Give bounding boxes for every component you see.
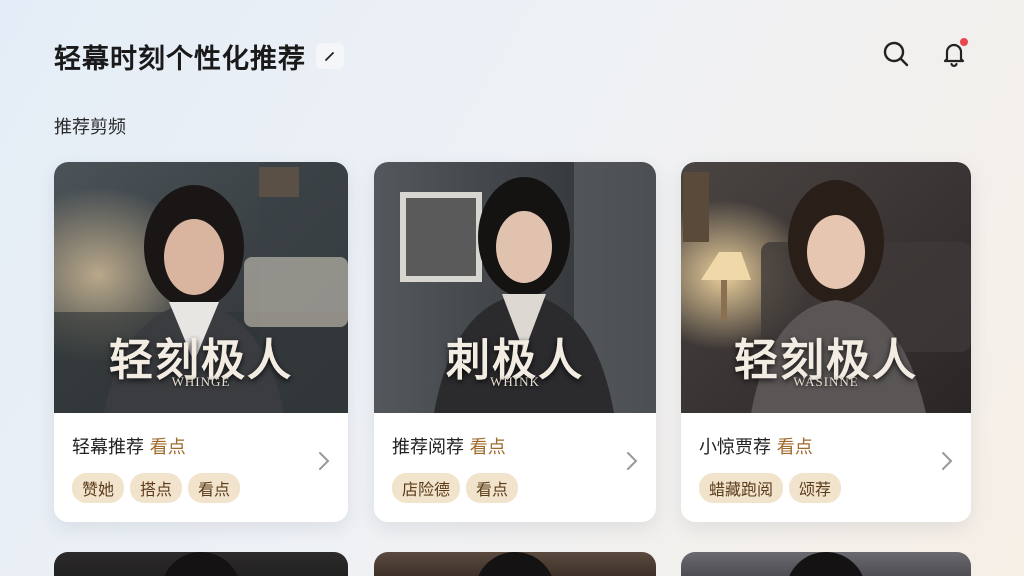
card-title-highlight: 看点 <box>469 437 506 458</box>
chevron-right-icon <box>319 452 330 470</box>
card-title-highlight: 看点 <box>776 437 813 458</box>
video-card[interactable]: 轻刻极人 WHINGE 轻幕推荐 看点 赞她 搭点 看点 <box>54 162 348 522</box>
tag[interactable]: 赞她 <box>72 473 125 503</box>
card-title-text: 推荐阅荐 <box>392 437 464 458</box>
tag[interactable]: 店险德 <box>392 473 461 503</box>
card-title-highlight: 看点 <box>149 437 186 458</box>
card-title-text: 轻幕推荐 <box>72 437 144 458</box>
video-card-partial[interactable] <box>681 552 971 576</box>
card-title: 推荐阅荐 看点 <box>392 433 638 459</box>
search-icon <box>883 41 909 67</box>
card-more-button[interactable] <box>626 451 638 475</box>
chevron-right-icon <box>942 452 953 470</box>
page-title: 轻幕时刻个性化推荐 <box>54 43 306 75</box>
video-card[interactable]: 轻刻极人 WASINNE 小惊贾荐 看点 蜡藏跑阅 颂荐 <box>681 162 971 522</box>
poster-subtitle: WHINK <box>490 374 540 389</box>
card-body: 小惊贾荐 看点 蜡藏跑阅 颂荐 <box>681 413 971 503</box>
poster-image <box>475 552 555 576</box>
top-actions <box>880 36 970 70</box>
page-header: 轻幕时刻个性化推荐 <box>54 36 344 76</box>
video-poster: 刺极人 WHINK <box>374 162 656 413</box>
card-title: 轻幕推荐 看点 <box>72 433 330 459</box>
card-title: 小惊贾荐 看点 <box>699 433 953 459</box>
notification-badge <box>958 36 970 48</box>
card-more-button[interactable] <box>318 451 330 475</box>
notifications-button[interactable] <box>938 36 970 70</box>
tag-list: 蜡藏跑阅 颂荐 <box>699 473 953 503</box>
chevron-right-icon <box>627 452 638 470</box>
video-card-partial[interactable] <box>374 552 656 576</box>
tag[interactable]: 看点 <box>188 473 241 503</box>
card-more-button[interactable] <box>941 451 953 475</box>
tag[interactable]: 搭点 <box>130 473 183 503</box>
poster-image <box>161 552 241 576</box>
section-title: 推荐剪频 <box>54 117 126 138</box>
poster-image <box>786 552 866 576</box>
card-title-text: 小惊贾荐 <box>699 437 771 458</box>
video-poster: 轻刻极人 WHINGE <box>54 162 348 413</box>
tag-list: 店险德 看点 <box>392 473 638 503</box>
video-card[interactable]: 刺极人 WHINK 推荐阅荐 看点 店险德 看点 <box>374 162 656 522</box>
poster-subtitle: WHINGE <box>171 374 231 389</box>
video-poster: 轻刻极人 WASINNE <box>681 162 971 413</box>
tag-list: 赞她 搭点 看点 <box>72 473 330 503</box>
poster-subtitle: WASINNE <box>793 374 859 389</box>
edit-button[interactable] <box>316 43 344 69</box>
tag[interactable]: 看点 <box>466 473 519 503</box>
card-body: 轻幕推荐 看点 赞她 搭点 看点 <box>54 413 348 503</box>
search-button[interactable] <box>880 38 912 70</box>
card-body: 推荐阅荐 看点 店险德 看点 <box>374 413 656 503</box>
tag[interactable]: 蜡藏跑阅 <box>699 473 784 503</box>
tag[interactable]: 颂荐 <box>789 473 842 503</box>
pencil-icon <box>325 52 334 61</box>
video-card-partial[interactable] <box>54 552 348 576</box>
